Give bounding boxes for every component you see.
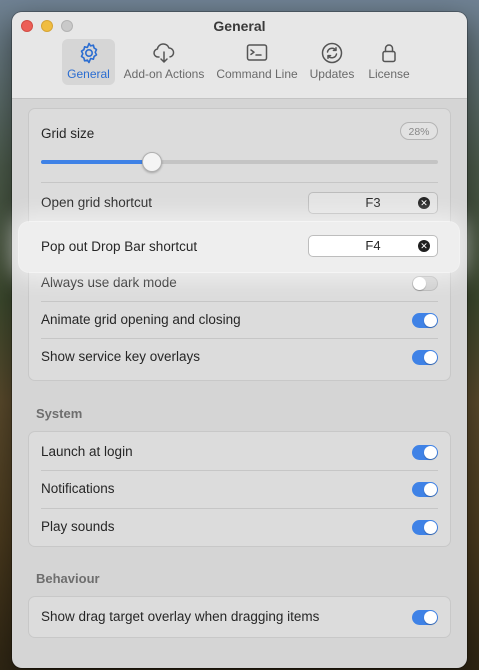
play-sounds-label: Play sounds — [41, 519, 115, 534]
tab-updates-label: Updates — [309, 67, 355, 81]
popout-shortcut-row: Pop out Drop Bar shortcut F4 ✕ — [19, 222, 459, 272]
tab-general-label: General — [67, 67, 110, 81]
tab-license[interactable]: License — [365, 39, 413, 85]
drag-overlay-row: Show drag target overlay when dragging i… — [29, 597, 450, 637]
gear-icon — [80, 42, 97, 64]
popout-shortcut-label: Pop out Drop Bar shortcut — [41, 239, 198, 254]
popout-shortcut-field[interactable]: F4 ✕ — [308, 235, 438, 257]
service-keys-label: Show service key overlays — [41, 349, 201, 364]
titlebar: General General Add-on Actions Command L… — [12, 12, 467, 99]
drag-overlay-label: Show drag target overlay when dragging i… — [41, 609, 320, 624]
settings-window: General General Add-on Actions Command L… — [12, 12, 467, 668]
drag-overlay-toggle[interactable] — [412, 610, 438, 625]
tab-command-line[interactable]: Command Line — [216, 39, 298, 85]
notifications-row: Notifications — [29, 471, 450, 508]
grid-size-slider-fill — [41, 160, 153, 164]
grid-size-slider[interactable] — [41, 152, 438, 172]
dark-mode-toggle[interactable] — [412, 276, 438, 291]
launch-login-row: Launch at login — [29, 432, 450, 470]
tab-command-line-label: Command Line — [216, 67, 298, 81]
tab-license-label: License — [368, 67, 410, 81]
clear-icon[interactable]: ✕ — [418, 197, 430, 209]
notifications-label: Notifications — [41, 481, 115, 496]
launch-login-label: Launch at login — [41, 444, 133, 459]
open-grid-shortcut-key: F3 — [365, 195, 381, 210]
popout-shortcut-key: F4 — [365, 238, 381, 253]
system-section-title: System — [36, 406, 83, 421]
toggle-knob — [424, 521, 437, 534]
clear-icon[interactable]: ✕ — [418, 240, 430, 252]
play-sounds-row: Play sounds — [29, 509, 450, 546]
toggle-knob — [424, 483, 437, 496]
terminal-icon — [246, 44, 268, 61]
open-grid-shortcut-row: Open grid shortcut F3 ✕ — [29, 183, 450, 223]
animate-grid-toggle[interactable] — [412, 313, 438, 328]
grid-size-slider-knob[interactable] — [142, 152, 163, 172]
tab-general[interactable]: General — [62, 39, 115, 85]
open-grid-shortcut-field[interactable]: F3 ✕ — [308, 192, 438, 214]
grid-size-value: 28% — [400, 122, 438, 140]
lock-icon — [382, 44, 396, 63]
dark-mode-label: Always use dark mode — [41, 275, 177, 290]
animate-grid-label: Animate grid opening and closing — [41, 312, 241, 327]
play-sounds-toggle[interactable] — [412, 520, 438, 535]
refresh-icon — [321, 42, 343, 64]
toggle-knob — [424, 351, 437, 364]
service-keys-row: Show service key overlays — [29, 339, 450, 375]
open-grid-shortcut-label: Open grid shortcut — [41, 195, 153, 210]
behaviour-section-title: Behaviour — [36, 571, 100, 586]
behaviour-settings-card: Show drag target overlay when dragging i… — [28, 596, 451, 638]
grid-size-label: Grid size — [41, 126, 95, 141]
tab-add-on-actions[interactable]: Add-on Actions — [123, 39, 205, 85]
tab-add-on-actions-label: Add-on Actions — [123, 67, 205, 81]
notifications-toggle[interactable] — [412, 482, 438, 497]
system-settings-card: Launch at login Notifications Play sound… — [28, 431, 451, 547]
service-keys-toggle[interactable] — [412, 350, 438, 365]
launch-login-toggle[interactable] — [412, 445, 438, 460]
toggle-knob — [424, 611, 437, 624]
grid-size-row: Grid size 28% — [29, 109, 450, 182]
tab-updates[interactable]: Updates — [307, 39, 357, 85]
toggle-knob — [424, 446, 437, 459]
window-title: General — [213, 18, 266, 34]
cloud-icon — [153, 43, 175, 63]
animate-grid-row: Animate grid opening and closing — [29, 302, 450, 338]
toggle-knob — [424, 314, 437, 327]
toggle-knob — [413, 277, 426, 290]
